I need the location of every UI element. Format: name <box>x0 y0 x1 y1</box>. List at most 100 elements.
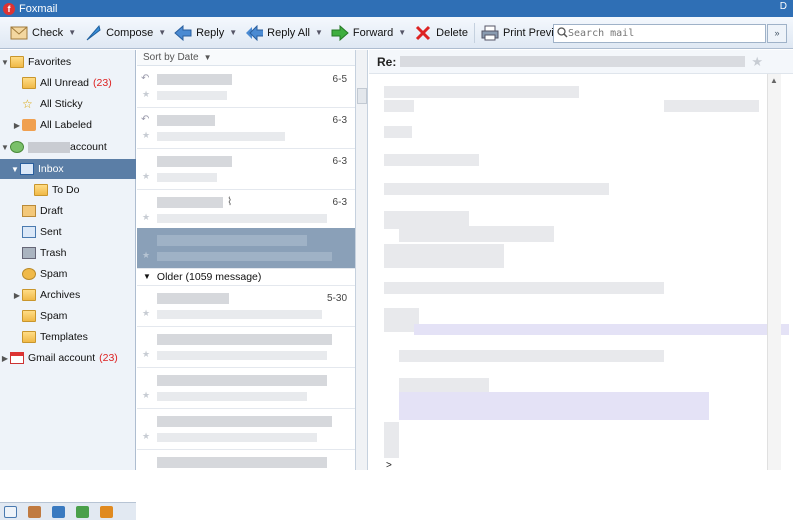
window-title: Foxmail <box>19 2 58 15</box>
star-icon[interactable]: ★ <box>142 250 150 261</box>
rss-icon[interactable] <box>100 505 113 518</box>
folder-sidebar: ▼ Favorites All Unread (23) ☆ All Sticky… <box>0 50 136 520</box>
star-icon[interactable]: ★ <box>751 54 763 70</box>
message-row[interactable]: 5-30 ★ <box>137 286 355 327</box>
sidebar-item-templates[interactable]: Templates <box>0 327 136 347</box>
forward-arrow-icon <box>331 24 349 42</box>
search-icon <box>557 26 568 41</box>
star-icon[interactable]: ★ <box>142 130 150 141</box>
sent-icon <box>22 226 36 238</box>
unread-count: (23) <box>93 77 112 89</box>
search-box <box>553 24 766 43</box>
older-group-header[interactable]: ▼ Older (1059 message) <box>137 268 355 286</box>
star-icon[interactable]: ★ <box>142 89 150 100</box>
folder-icon <box>34 184 48 196</box>
printer-icon <box>481 24 499 42</box>
envelope-icon <box>10 24 28 42</box>
message-row[interactable]: ★ <box>137 409 355 450</box>
chevron-down-icon: ▼ <box>203 53 212 62</box>
star-icon[interactable]: ★ <box>142 212 150 223</box>
check-button[interactable]: Check ▼ <box>6 19 80 47</box>
expand-arrow-icon[interactable]: ▶ <box>12 121 22 130</box>
message-row[interactable]: ⌇ 6-3 ★ <box>137 190 355 231</box>
message-row[interactable]: ★ <box>137 327 355 368</box>
compose-button[interactable]: Compose ▼ <box>80 19 170 47</box>
sidebar-item-sent[interactable]: Sent <box>0 222 136 242</box>
folder-icon <box>22 77 36 89</box>
expand-arrow-icon[interactable]: ▶ <box>12 291 22 300</box>
folder-icon <box>22 310 36 322</box>
sidebar-item-inbox[interactable]: ▼ Inbox <box>0 159 136 179</box>
account-name-redacted <box>28 141 70 153</box>
sidebar-item-trash[interactable]: Trash <box>0 243 136 263</box>
chevron-down-icon[interactable]: ▼ <box>158 28 166 37</box>
collapse-arrow-icon[interactable]: ▼ <box>0 143 10 152</box>
sort-by-date-button[interactable]: Sort by Date ▼ <box>137 50 355 66</box>
toolbar-separator <box>473 22 475 43</box>
message-row[interactable]: ↶ 6-5 ★ <box>137 67 355 108</box>
scroll-up-icon[interactable]: ▲ <box>770 76 778 85</box>
search-input[interactable] <box>568 28 758 39</box>
star-icon[interactable]: ★ <box>142 390 150 401</box>
subject-redacted <box>400 56 746 67</box>
sidebar-item-spam[interactable]: Spam <box>0 264 136 284</box>
sidebar-item-gmail-account[interactable]: ▶ Gmail account (23) <box>0 348 136 368</box>
scrollbar-thumb[interactable] <box>357 88 367 104</box>
chevron-down-icon[interactable]: ▼ <box>398 28 406 37</box>
message-row[interactable]: ★ <box>137 368 355 409</box>
message-row[interactable]: ★ <box>137 450 355 470</box>
replied-icon: ↶ <box>141 73 150 84</box>
message-row[interactable]: 6-3 ★ <box>137 149 355 190</box>
star-icon[interactable]: ★ <box>142 431 150 442</box>
inbox-icon <box>20 163 34 175</box>
window-control[interactable]: D <box>780 1 787 12</box>
message-list-scrollbar[interactable] <box>356 50 368 470</box>
sidebar-item-favorites[interactable]: ▼ Favorites <box>0 52 136 72</box>
reply-all-button[interactable]: Reply All ▼ <box>241 19 327 47</box>
message-row[interactable]: ↶ 6-3 ★ <box>137 108 355 149</box>
quote-marker: > <box>386 460 392 471</box>
chevron-down-icon[interactable]: ▼ <box>68 28 76 37</box>
chevron-down-icon[interactable]: ▼ <box>229 28 237 37</box>
search-options-button[interactable]: » <box>767 24 787 43</box>
reply-all-arrow-icon <box>245 24 264 42</box>
message-row-selected[interactable]: ★ <box>137 228 355 269</box>
calendar-icon[interactable] <box>52 505 65 518</box>
contacts-icon[interactable] <box>28 505 41 518</box>
sidebar-bottom-bar <box>0 502 136 520</box>
folder-icon <box>22 331 36 343</box>
mail-icon[interactable] <box>4 505 17 518</box>
collapse-arrow-icon[interactable]: ▼ <box>10 165 20 174</box>
subject-prefix: Re: <box>377 54 397 69</box>
sidebar-item-todo[interactable]: To Do <box>0 180 136 200</box>
sidebar-item-all-labeled[interactable]: ▶ All Labeled <box>0 115 136 135</box>
reply-button[interactable]: Reply ▼ <box>170 19 241 47</box>
sidebar-item-archives[interactable]: ▶ Archives <box>0 285 136 305</box>
unread-count: (23) <box>99 352 118 364</box>
expand-arrow-icon[interactable]: ▶ <box>0 354 10 363</box>
sidebar-item-all-unread[interactable]: All Unread (23) <box>0 73 136 93</box>
star-icon[interactable]: ★ <box>142 308 150 319</box>
attachment-icon: ⌇ <box>227 196 233 208</box>
delete-x-icon <box>414 24 432 42</box>
notes-icon[interactable] <box>76 505 89 518</box>
star-icon[interactable]: ★ <box>142 171 150 182</box>
foxmail-logo-icon: f <box>3 2 15 15</box>
message-list: Sort by Date ▼ ↶ 6-5 ★ ↶ 6-3 ★ 6-3 ★ ⌇ 6… <box>137 50 356 470</box>
sidebar-item-draft[interactable]: Draft <box>0 201 136 221</box>
tag-icon <box>22 119 36 131</box>
feather-pen-icon <box>84 24 102 42</box>
sidebar-item-spam-folder[interactable]: Spam <box>0 306 136 326</box>
title-bar: f Foxmail D <box>0 0 793 17</box>
delete-button[interactable]: Delete <box>410 19 472 47</box>
forward-button[interactable]: Forward ▼ <box>327 19 410 47</box>
reading-pane-scrollbar[interactable]: ▲ <box>767 74 781 470</box>
chevron-down-icon[interactable]: ▼ <box>315 28 323 37</box>
replied-icon: ↶ <box>141 114 150 125</box>
sidebar-item-all-sticky[interactable]: ☆ All Sticky <box>0 94 136 114</box>
collapse-arrow-icon[interactable]: ▼ <box>0 58 10 67</box>
folder-icon <box>10 56 24 68</box>
sidebar-item-account[interactable]: ▼ account <box>0 137 136 157</box>
star-icon[interactable]: ★ <box>142 349 150 360</box>
reading-pane: Re: ★ ▲ > <box>369 50 793 471</box>
